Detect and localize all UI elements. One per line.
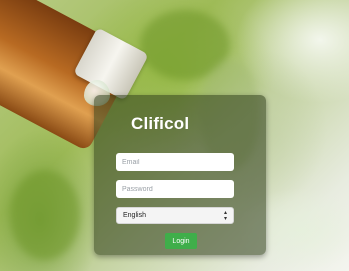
- chevron-updown-icon: ▴ ▾: [223, 209, 227, 222]
- password-field[interactable]: [116, 180, 234, 198]
- language-select[interactable]: English ▴ ▾: [116, 207, 234, 224]
- email-field[interactable]: [116, 153, 234, 171]
- blurred-leaf: [10, 170, 80, 260]
- brand-title: Clificol: [131, 114, 190, 133]
- login-button[interactable]: Login: [165, 233, 197, 249]
- language-select-value: English: [123, 212, 146, 219]
